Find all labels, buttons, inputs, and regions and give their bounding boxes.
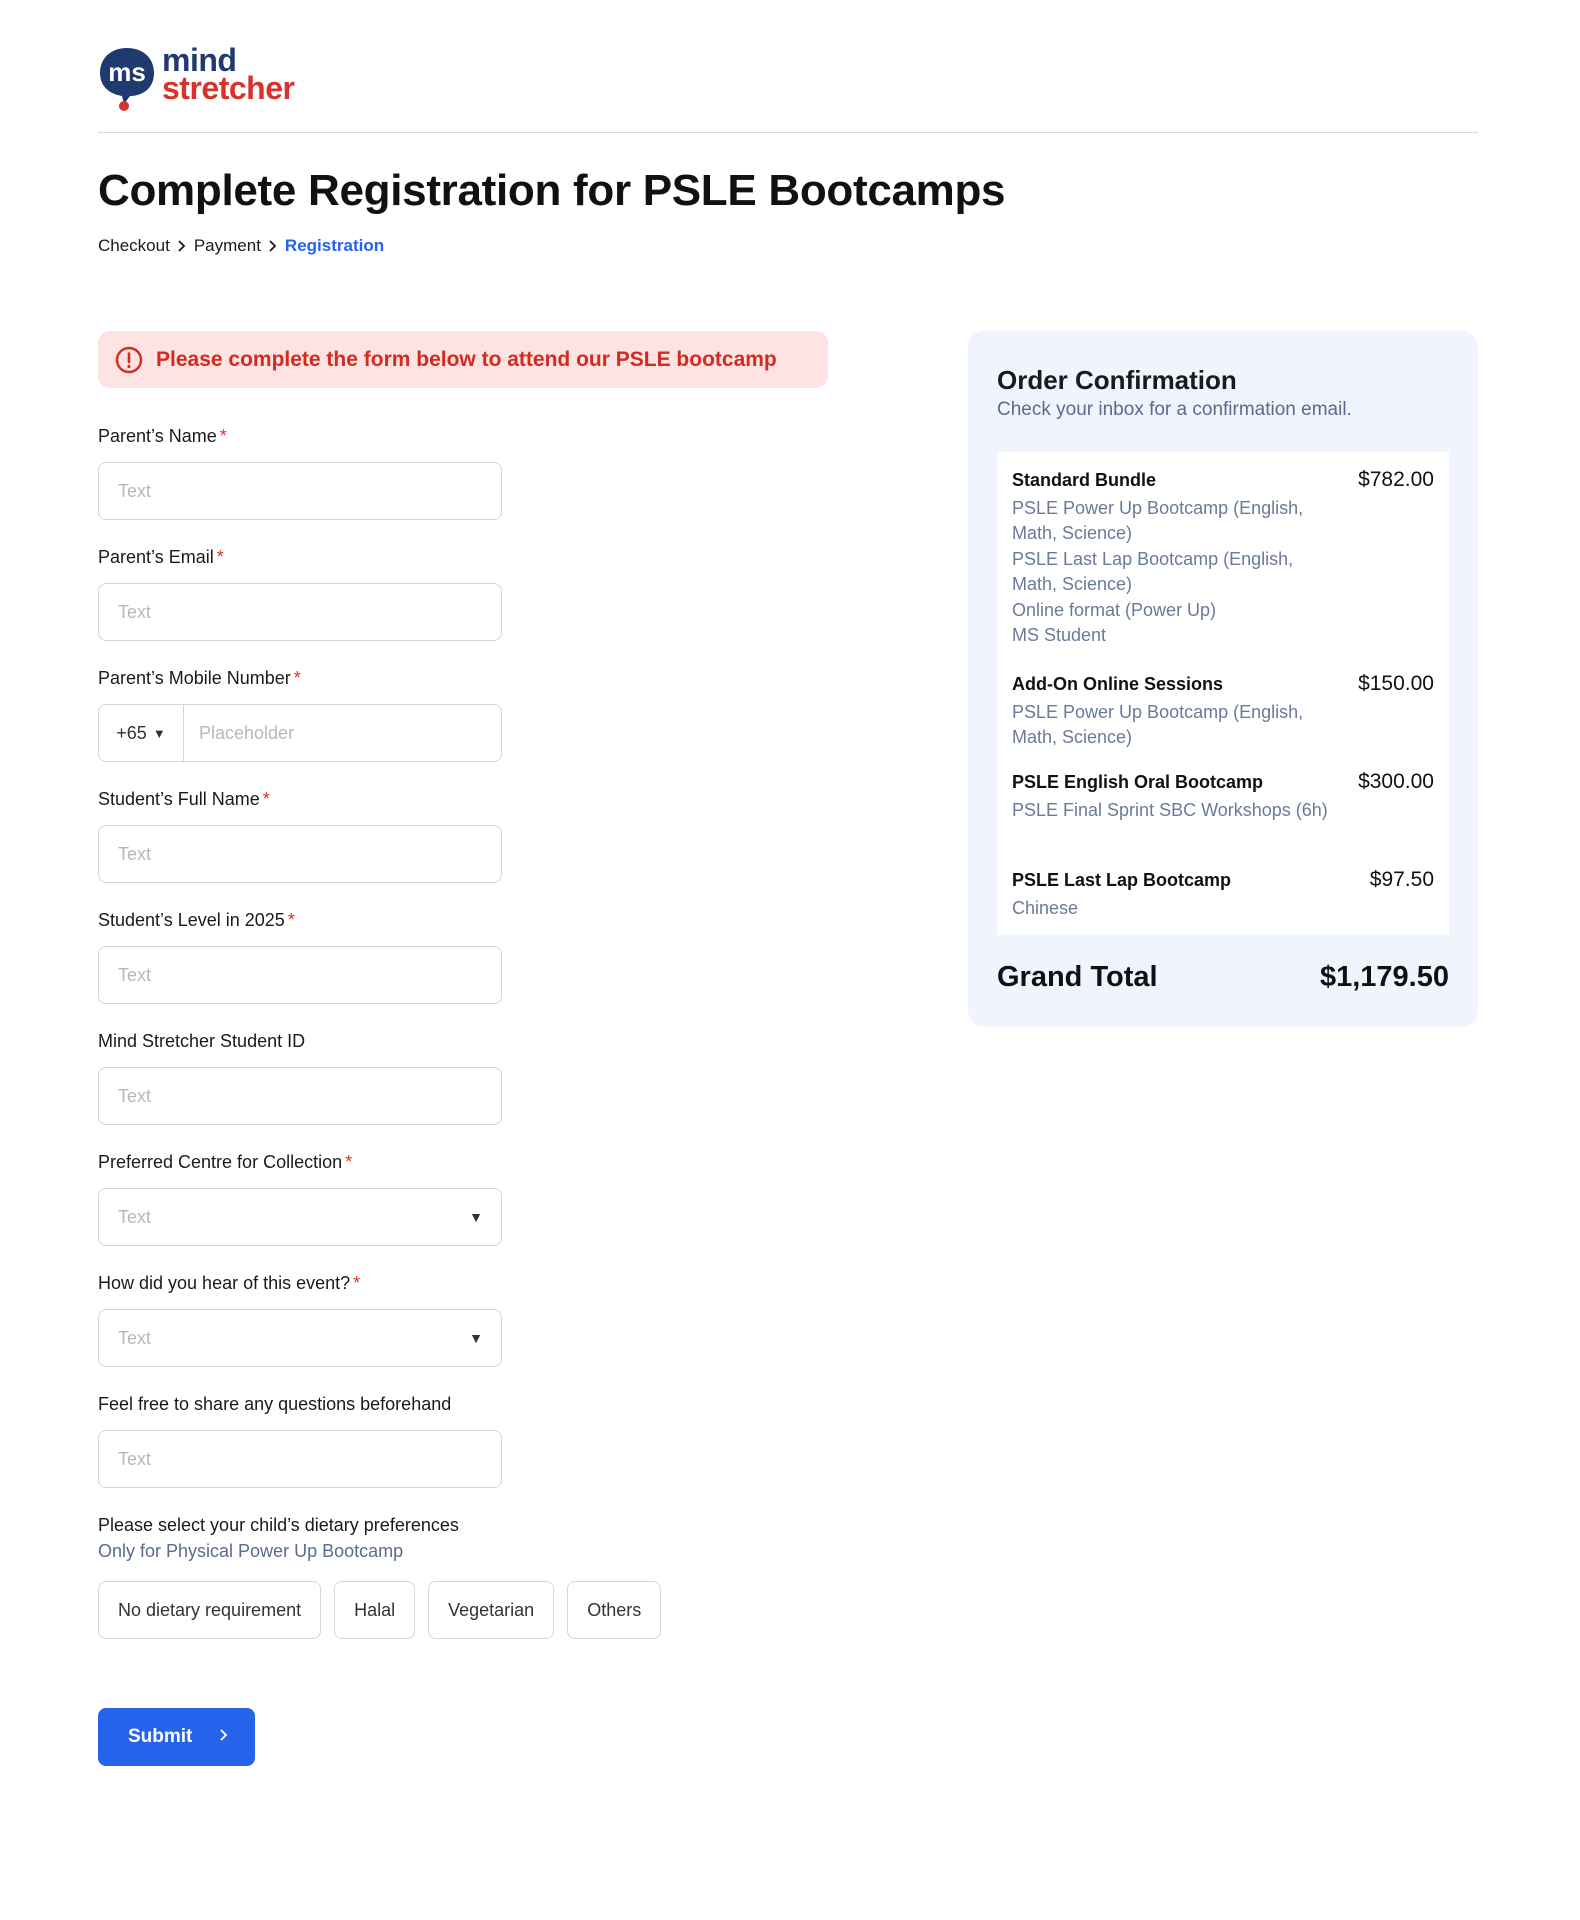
alert-circle-icon [114, 345, 144, 375]
student-name-input[interactable]: Text [98, 825, 502, 883]
brand-logo[interactable]: ms mind stretcher [98, 44, 295, 111]
field-student-name: Student’s Full Name * Text [98, 787, 798, 883]
dietary-options: No dietary requirement Halal Vegetarian … [98, 1581, 662, 1639]
parent-name-label: Parent’s Name [98, 426, 217, 446]
caret-down-icon: ▼ [469, 1330, 483, 1346]
required-marker: * [262, 789, 270, 809]
student-level-placeholder: Text [118, 964, 152, 985]
centre-placeholder: Text [118, 1206, 152, 1227]
order-item-detail: Online format (Power Up) [1012, 600, 1217, 620]
order-item-detail: PSLE Final Sprint SBC Workshops (6h) [1012, 800, 1328, 820]
field-student-id: Mind Stretcher Student ID Text [98, 1029, 798, 1125]
centre-label: Preferred Centre for Collection [98, 1152, 343, 1172]
parent-mobile-label: Parent’s Mobile Number [98, 668, 291, 688]
country-code-select[interactable]: +65 ▼ [99, 705, 184, 761]
chevron-right-icon [170, 237, 194, 255]
brand-wordmark: mind stretcher [162, 44, 295, 106]
dietary-sublabel: Only for Physical Power Up Bootcamp [98, 1541, 404, 1561]
student-name-label: Student’s Full Name [98, 789, 260, 809]
parent-mobile-input[interactable]: Placeholder [184, 723, 294, 744]
parent-email-label: Parent’s Email [98, 547, 214, 567]
parent-name-placeholder: Text [118, 480, 152, 501]
submit-button[interactable]: Submit [98, 1708, 255, 1766]
questions-placeholder: Text [118, 1448, 152, 1469]
questions-input[interactable]: Text [98, 1430, 502, 1488]
order-confirmation-panel: Order Confirmation Check your inbox for … [968, 331, 1478, 1027]
alert-text: Please complete the form below to attend… [156, 347, 777, 371]
field-parent-mobile: Parent’s Mobile Number * +65 ▼ Placeholder [98, 666, 798, 762]
student-level-input[interactable]: Text [98, 946, 502, 1004]
dietary-option-none[interactable]: No dietary requirement [98, 1581, 322, 1639]
order-item-detail: PSLE Power Up Bootcamp (English, Math, S… [1012, 498, 1304, 543]
required-marker: * [353, 1273, 361, 1293]
heard-select[interactable]: Text ▼ [98, 1309, 502, 1367]
order-item: PSLE Last Lap Bootcamp $97.50 Chinese [1012, 868, 1434, 921]
order-item-detail: PSLE Power Up Bootcamp (English, Math, S… [1012, 702, 1304, 747]
parent-email-placeholder: Text [118, 601, 152, 622]
required-marker: * [287, 910, 295, 930]
brand-line2: stretcher [162, 70, 295, 106]
caret-down-icon: ▼ [152, 725, 166, 741]
field-student-level: Student’s Level in 2025 * Text [98, 908, 798, 1004]
centre-select[interactable]: Text ▼ [98, 1188, 502, 1246]
field-dietary: Please select your child’s dietary prefe… [98, 1513, 798, 1639]
order-title: Order Confirmation [997, 365, 1237, 395]
parent-email-input[interactable]: Text [98, 583, 502, 641]
breadcrumb-payment[interactable]: Payment [194, 236, 261, 256]
brand-mark-text: ms [108, 57, 146, 87]
heard-placeholder: Text [118, 1327, 152, 1348]
required-marker: * [216, 547, 224, 567]
grand-total-label: Grand Total [997, 961, 1158, 993]
student-id-label: Mind Stretcher Student ID [98, 1031, 306, 1051]
dietary-option-halal[interactable]: Halal [334, 1581, 416, 1639]
order-item-price: $150.00 [1358, 672, 1434, 695]
order-item-detail: MS Student [1012, 624, 1107, 645]
heard-label: How did you hear of this event? [98, 1273, 351, 1293]
student-name-placeholder: Text [118, 843, 152, 864]
breadcrumb-checkout[interactable]: Checkout [98, 236, 170, 256]
grand-total-value: $1,179.50 [1319, 961, 1449, 993]
country-code-value: +65 [116, 722, 147, 743]
chevron-right-icon [219, 1726, 229, 1748]
questions-label: Feel free to share any questions beforeh… [98, 1394, 452, 1414]
order-item: Standard Bundle $782.00 PSLE Power Up Bo… [1012, 468, 1434, 647]
order-item-price: $300.00 [1358, 770, 1434, 793]
chevron-right-icon [261, 237, 285, 255]
breadcrumb: Checkout Payment Registration [98, 236, 384, 256]
header-divider [98, 132, 1478, 133]
dietary-option-vegetarian[interactable]: Vegetarian [428, 1581, 555, 1639]
field-parent-name: Parent’s Name * Text [98, 424, 798, 520]
parent-name-input[interactable]: Text [98, 462, 502, 520]
order-item: PSLE English Oral Bootcamp $300.00 PSLE … [1012, 770, 1434, 823]
order-items: Standard Bundle $782.00 PSLE Power Up Bo… [997, 452, 1449, 935]
order-item-detail: Chinese [1012, 898, 1079, 918]
student-id-placeholder: Text [118, 1085, 152, 1106]
breadcrumb-registration: Registration [284, 236, 385, 255]
student-id-input[interactable]: Text [98, 1067, 502, 1125]
field-centre: Preferred Centre for Collection * Text ▼ [98, 1150, 798, 1246]
form-alert-banner: Please complete the form below to attend… [98, 331, 828, 388]
caret-down-icon: ▼ [469, 1209, 483, 1225]
order-item-price: $97.50 [1369, 868, 1434, 891]
required-marker: * [293, 668, 301, 688]
field-parent-email: Parent’s Email * Text [98, 545, 798, 641]
student-level-label: Student’s Level in 2025 [98, 910, 285, 930]
order-item-price: $782.00 [1358, 468, 1434, 491]
required-marker: * [219, 426, 227, 446]
dietary-label: Please select your child’s dietary prefe… [98, 1515, 459, 1535]
parent-mobile-field: +65 ▼ Placeholder [98, 704, 502, 762]
order-subtitle: Check your inbox for a confirmation emai… [997, 399, 1352, 420]
required-marker: * [345, 1152, 353, 1172]
order-item: Add-On Online Sessions $150.00 PSLE Powe… [1012, 672, 1434, 749]
field-questions: Feel free to share any questions beforeh… [98, 1392, 798, 1488]
field-heard: How did you hear of this event? * Text ▼ [98, 1271, 798, 1367]
brand-mark-icon: ms [98, 46, 156, 111]
order-item-detail: PSLE Last Lap Bootcamp (English, Math, S… [1012, 549, 1294, 594]
page-title: Complete Registration for PSLE Bootcamps [98, 166, 1006, 215]
submit-label: Submit [128, 1726, 193, 1747]
dietary-option-others[interactable]: Others [567, 1581, 662, 1639]
